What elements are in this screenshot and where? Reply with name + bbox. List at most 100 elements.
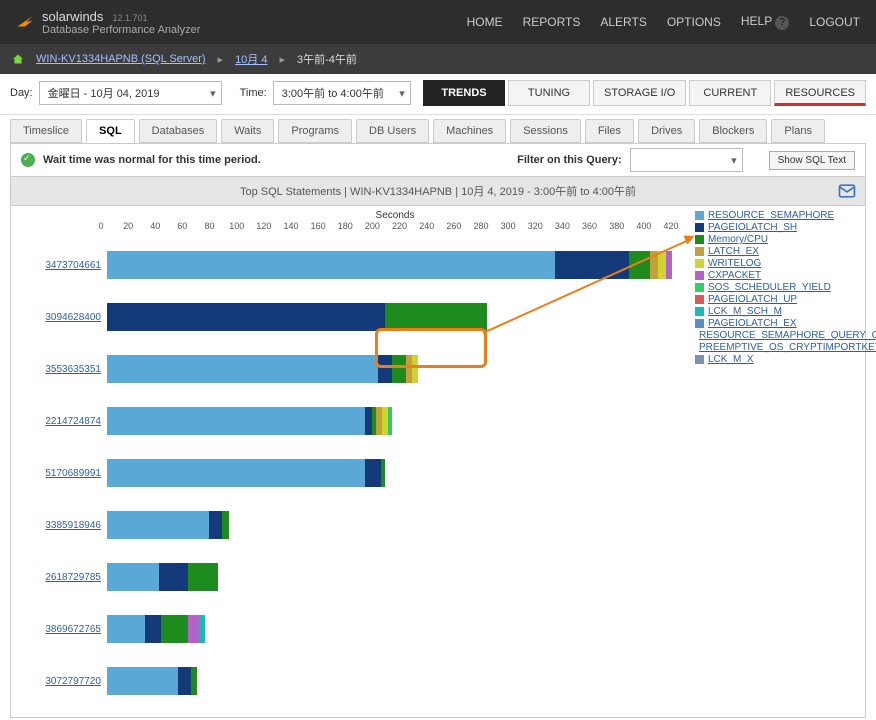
bar-segment[interactable]: [191, 667, 196, 695]
email-icon[interactable]: [837, 181, 857, 204]
legend-item[interactable]: Memory/CPU: [695, 234, 855, 245]
tab-storage[interactable]: STORAGE I/O: [593, 80, 686, 106]
bar-segment[interactable]: [107, 615, 145, 643]
subtab-files[interactable]: Files: [585, 119, 634, 143]
legend-label[interactable]: SOS_SCHEDULER_YIELD: [708, 282, 831, 293]
breadcrumb-day[interactable]: 10月 4: [235, 51, 267, 67]
legend-label[interactable]: RESOURCE_SEMAPHORE: [708, 210, 834, 221]
bar-segment[interactable]: [199, 615, 204, 643]
legend-item[interactable]: PAGEIOLATCH_EX: [695, 318, 855, 329]
legend-item[interactable]: SOS_SCHEDULER_YIELD: [695, 282, 855, 293]
subtab-sessions[interactable]: Sessions: [510, 119, 581, 143]
nav-options[interactable]: OPTIONS: [667, 15, 721, 29]
stacked-bar[interactable]: [107, 667, 197, 695]
subtab-timeslice[interactable]: Timeslice: [10, 119, 82, 143]
bar-segment[interactable]: [222, 511, 229, 539]
legend-item[interactable]: CXPACKET: [695, 270, 855, 281]
bar-segment[interactable]: [388, 407, 392, 435]
bar-segment[interactable]: [385, 303, 487, 331]
bar-segment[interactable]: [161, 615, 188, 643]
sql-hash-link[interactable]: 5170689991: [45, 468, 101, 479]
tab-trends[interactable]: TRENDS: [423, 80, 505, 106]
stacked-bar[interactable]: [107, 303, 487, 331]
sql-hash-link[interactable]: 3869672765: [45, 624, 101, 635]
subtab-databases[interactable]: Databases: [139, 119, 218, 143]
legend-label[interactable]: PREEMPTIVE_OS_CRYPTIMPORTKEY: [699, 342, 876, 353]
subtab-machines[interactable]: Machines: [433, 119, 506, 143]
tab-resources[interactable]: RESOURCES: [774, 80, 866, 106]
legend-label[interactable]: PAGEIOLATCH_EX: [708, 318, 797, 329]
legend-item[interactable]: LCK_M_SCH_M: [695, 306, 855, 317]
legend-item[interactable]: PAGEIOLATCH_SH: [695, 222, 855, 233]
subtab-drives[interactable]: Drives: [638, 119, 695, 143]
bar-segment[interactable]: [412, 355, 417, 383]
bar-segment[interactable]: [107, 667, 178, 695]
legend-item[interactable]: WRITELOG: [695, 258, 855, 269]
legend-label[interactable]: LCK_M_SCH_M: [708, 306, 782, 317]
stacked-bar[interactable]: [107, 511, 229, 539]
tab-current[interactable]: CURRENT: [689, 80, 771, 106]
bar-segment[interactable]: [392, 355, 406, 383]
sql-hash-link[interactable]: 3553635351: [45, 364, 101, 375]
bar-segment[interactable]: [107, 459, 365, 487]
day-dropdown[interactable]: 金曜日 - 10月 04, 2019: [39, 81, 222, 105]
legend-label[interactable]: Memory/CPU: [708, 234, 768, 245]
breadcrumb-server[interactable]: WIN-KV1334HAPNB (SQL Server): [36, 53, 206, 65]
bar-segment[interactable]: [107, 511, 209, 539]
subtab-programs[interactable]: Programs: [278, 119, 352, 143]
subtab-sql[interactable]: SQL: [86, 119, 135, 143]
nav-home[interactable]: HOME: [467, 15, 503, 29]
stacked-bar[interactable]: [107, 251, 672, 279]
bar-segment[interactable]: [145, 615, 161, 643]
sql-hash-link[interactable]: 2214724874: [45, 416, 101, 427]
filter-query-dropdown[interactable]: [630, 148, 743, 172]
bar-segment[interactable]: [188, 615, 199, 643]
stacked-bar[interactable]: [107, 459, 385, 487]
sql-hash-link[interactable]: 3072797720: [45, 676, 101, 687]
legend-item[interactable]: RESOURCE_SEMAPHORE: [695, 210, 855, 221]
legend-label[interactable]: PAGEIOLATCH_SH: [708, 222, 797, 233]
bar-segment[interactable]: [159, 563, 189, 591]
bar-segment[interactable]: [188, 563, 218, 591]
legend-item[interactable]: PAGEIOLATCH_UP: [695, 294, 855, 305]
home-icon[interactable]: [12, 53, 24, 65]
bar-segment[interactable]: [209, 511, 223, 539]
stacked-bar[interactable]: [107, 407, 392, 435]
legend-item[interactable]: LCK_M_X: [695, 354, 855, 365]
bar-segment[interactable]: [650, 251, 658, 279]
tab-tuning[interactable]: TUNING: [508, 80, 590, 106]
legend-item[interactable]: PREEMPTIVE_OS_CRYPTIMPORTKEY: [695, 342, 855, 353]
sql-hash-link[interactable]: 3385918946: [45, 520, 101, 531]
subtab-blockers[interactable]: Blockers: [699, 119, 767, 143]
bar-segment[interactable]: [365, 407, 372, 435]
sql-hash-link[interactable]: 3473704661: [45, 260, 101, 271]
nav-reports[interactable]: REPORTS: [523, 15, 581, 29]
bar-segment[interactable]: [381, 459, 385, 487]
legend-label[interactable]: CXPACKET: [708, 270, 761, 281]
bar-segment[interactable]: [107, 407, 365, 435]
bar-segment[interactable]: [178, 667, 192, 695]
bar-segment[interactable]: [658, 251, 666, 279]
bar-segment[interactable]: [629, 251, 649, 279]
bar-segment[interactable]: [107, 251, 555, 279]
bar-segment[interactable]: [666, 251, 671, 279]
legend-item[interactable]: RESOURCE_SEMAPHORE_QUERY_COMPILE: [695, 330, 855, 341]
bar-segment[interactable]: [376, 407, 383, 435]
time-dropdown[interactable]: 3:00午前 to 4:00午前: [273, 81, 411, 105]
legend-label[interactable]: PAGEIOLATCH_UP: [708, 294, 797, 305]
legend-label[interactable]: LCK_M_X: [708, 354, 754, 365]
bar-segment[interactable]: [378, 355, 392, 383]
nav-help[interactable]: HELP ?: [741, 14, 789, 30]
subtab-dbusers[interactable]: DB Users: [356, 119, 429, 143]
subtab-waits[interactable]: Waits: [221, 119, 274, 143]
legend-item[interactable]: LATCH_EX: [695, 246, 855, 257]
bar-segment[interactable]: [107, 303, 385, 331]
nav-alerts[interactable]: ALERTS: [600, 15, 646, 29]
bar-segment[interactable]: [107, 563, 159, 591]
show-sql-text-button[interactable]: Show SQL Text: [769, 151, 855, 170]
bar-segment[interactable]: [107, 355, 378, 383]
stacked-bar[interactable]: [107, 355, 418, 383]
legend-label[interactable]: WRITELOG: [708, 258, 761, 269]
bar-segment[interactable]: [365, 459, 381, 487]
legend-label[interactable]: RESOURCE_SEMAPHORE_QUERY_COMPILE: [699, 330, 876, 341]
